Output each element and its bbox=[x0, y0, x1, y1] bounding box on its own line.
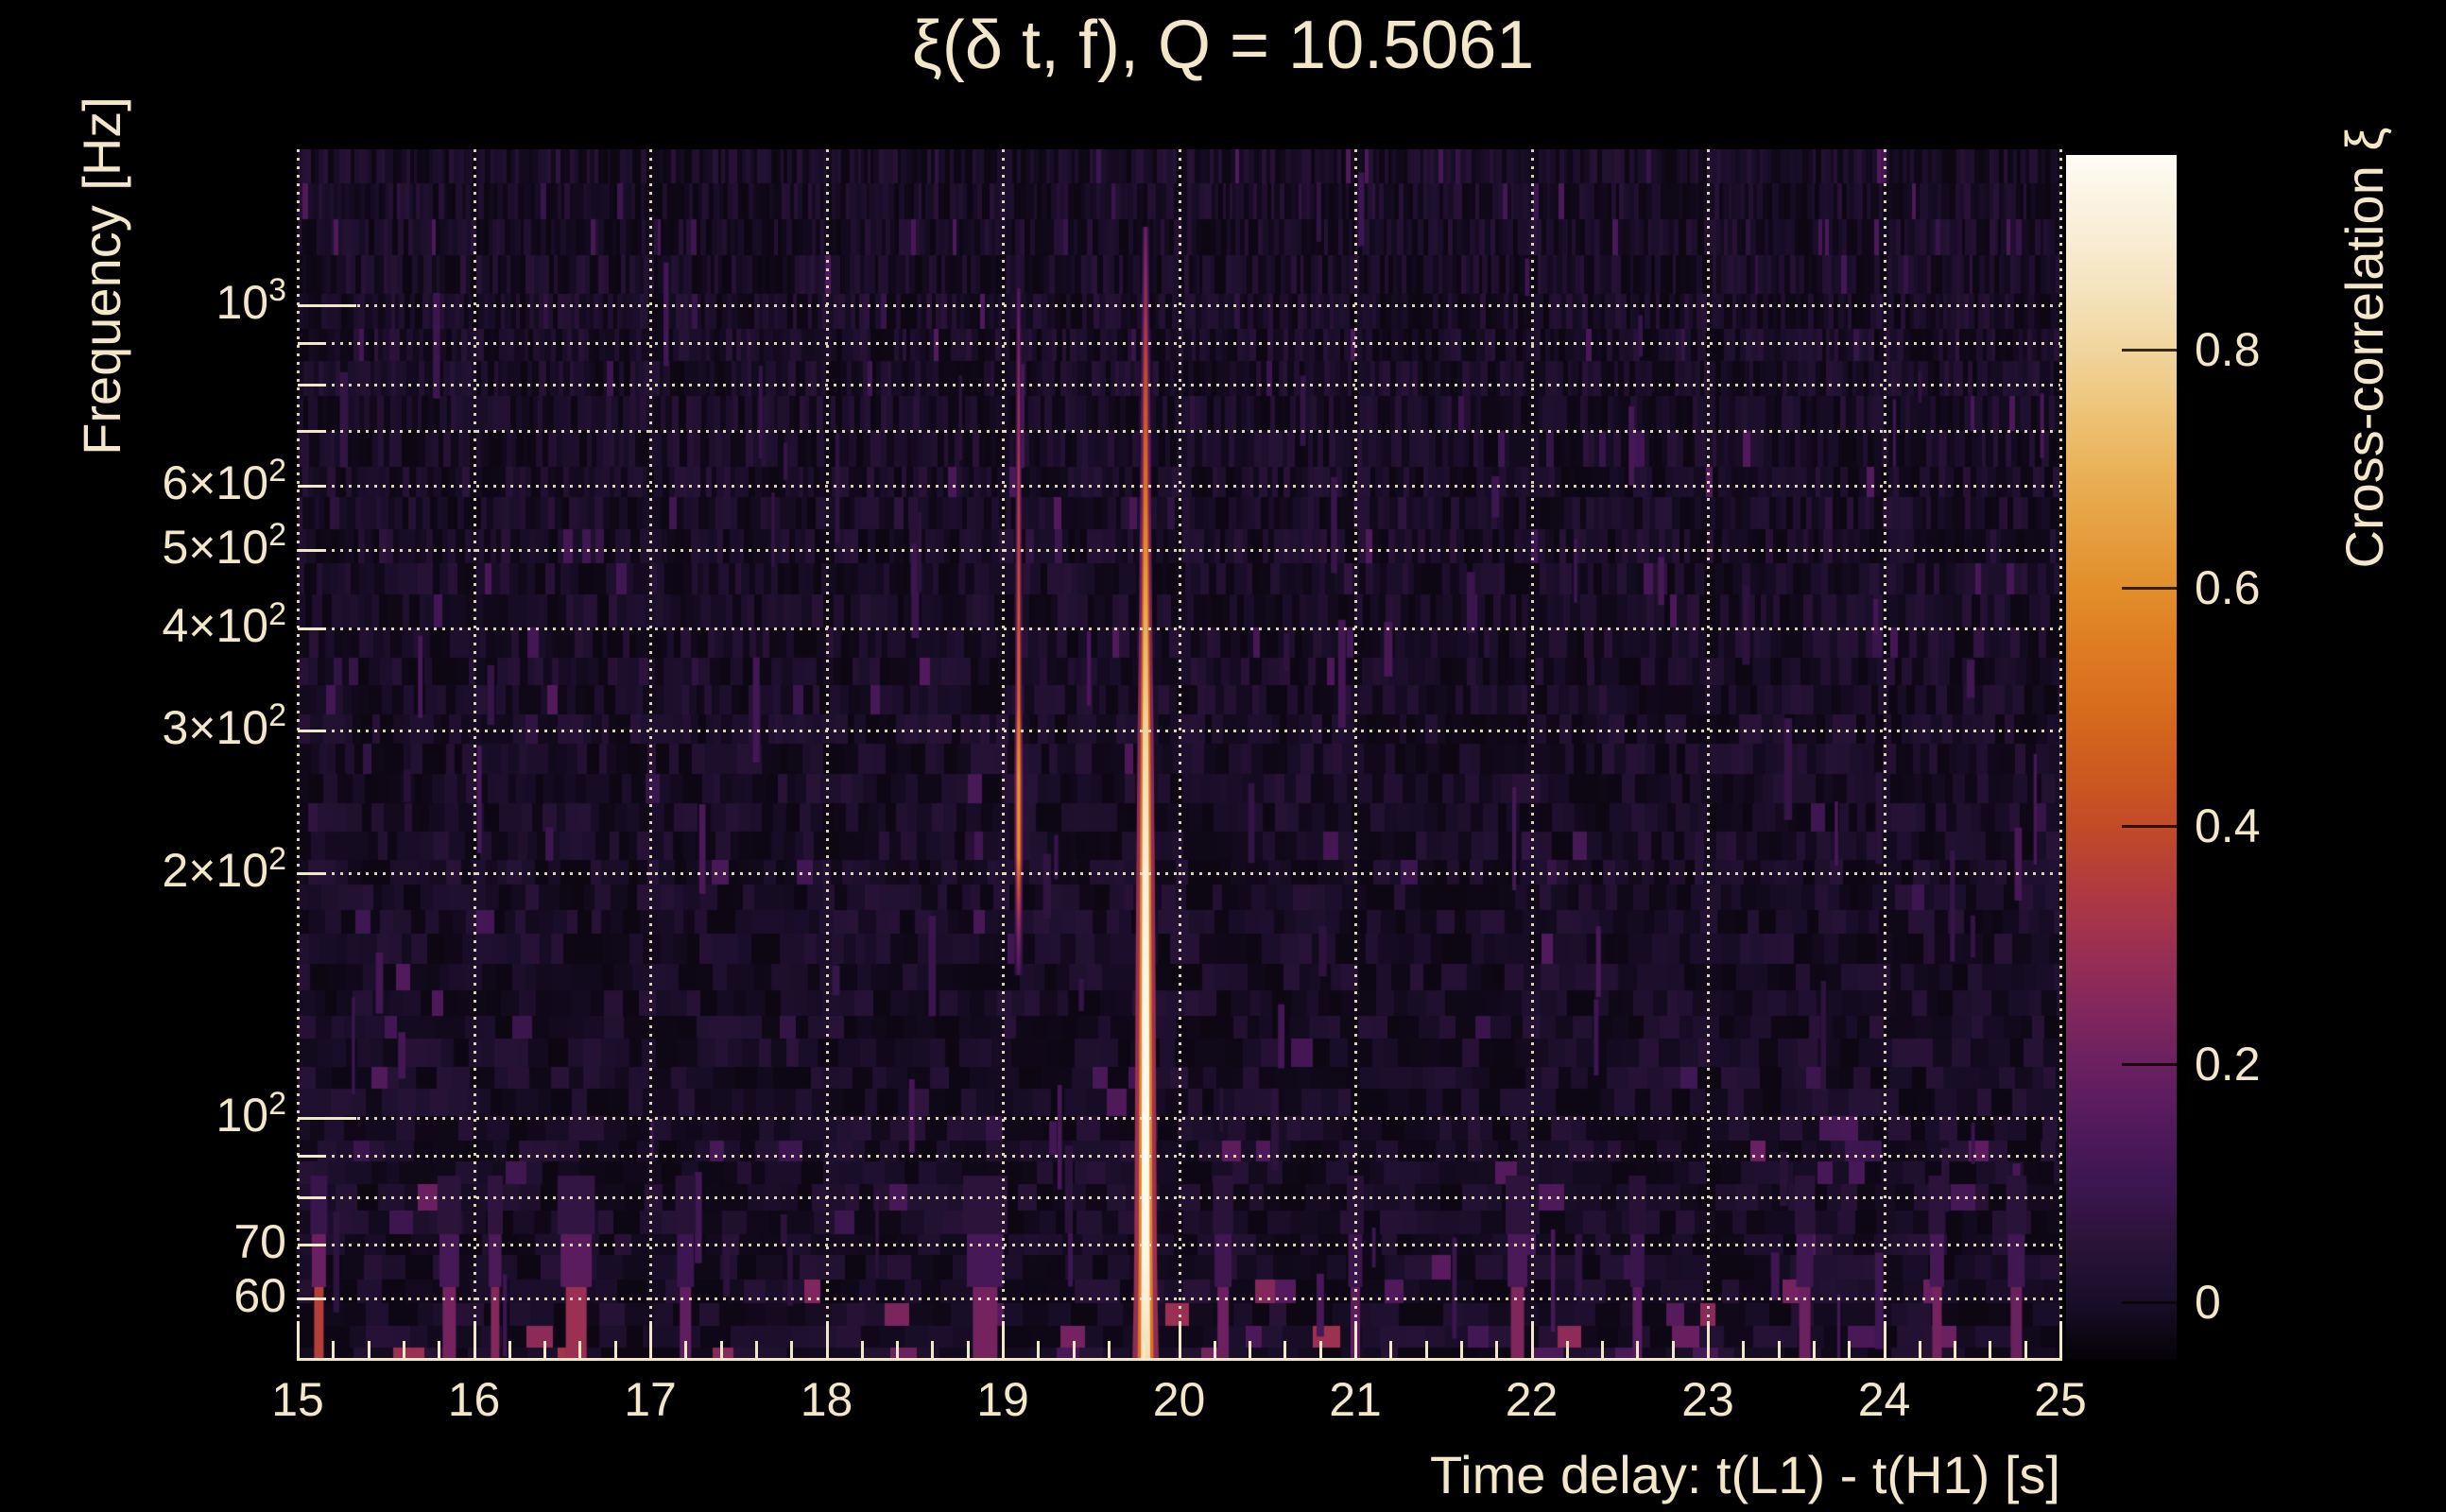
colorbar-tick-label: 0.2 bbox=[2195, 1038, 2261, 1091]
y-axis-tick bbox=[298, 627, 326, 631]
y-axis-tick bbox=[298, 729, 326, 732]
x-tick-label: 21 bbox=[1329, 1373, 1382, 1426]
x-axis-major-tick bbox=[297, 1321, 300, 1361]
grid-line-x bbox=[1707, 149, 1710, 1361]
x-axis-line bbox=[298, 1358, 2060, 1361]
colorbar-tick-label: 0 bbox=[2195, 1276, 2221, 1330]
x-axis-major-tick bbox=[1178, 1321, 1181, 1361]
y-tick-label: 102 bbox=[215, 1085, 286, 1143]
x-tick-label: 18 bbox=[800, 1373, 853, 1426]
grid-line-x bbox=[1530, 149, 1534, 1361]
colorbar-tick bbox=[2122, 586, 2177, 590]
x-tick-label: 19 bbox=[976, 1373, 1029, 1426]
y-axis-tick bbox=[298, 1154, 326, 1158]
y-tick-label: 3×102 bbox=[162, 697, 286, 754]
y-tick-label: 70 bbox=[233, 1214, 286, 1268]
colorbar-title: Cross-correlation ξ bbox=[2334, 127, 2394, 569]
x-axis-major-tick bbox=[1707, 1321, 1710, 1361]
y-axis-tick bbox=[298, 383, 326, 387]
x-tick-label: 25 bbox=[2034, 1373, 2087, 1426]
grid-line-x bbox=[1002, 149, 1005, 1361]
y-axis-tick bbox=[298, 1243, 326, 1246]
y-tick-label: 5×102 bbox=[162, 517, 286, 575]
grid-line-x bbox=[1883, 149, 1886, 1361]
grid-line-x bbox=[1178, 149, 1181, 1361]
colorbar-tick-label: 0.4 bbox=[2195, 799, 2261, 852]
y-axis-tick bbox=[298, 484, 326, 488]
x-axis-major-tick bbox=[1354, 1321, 1357, 1361]
colorbar-tick bbox=[2122, 1301, 2177, 1305]
chart-title: ξ(δ t, f), Q = 10.5061 bbox=[911, 8, 1535, 83]
x-tick-label: 22 bbox=[1505, 1373, 1559, 1426]
y-tick-label: 4×102 bbox=[162, 595, 286, 653]
x-tick-label: 20 bbox=[1152, 1373, 1206, 1426]
heatmap-plot-area bbox=[297, 149, 2062, 1361]
colorbar-tick-label: 0.6 bbox=[2195, 560, 2261, 614]
y-axis-tick bbox=[298, 872, 326, 876]
y-axis-tick bbox=[298, 304, 356, 308]
y-tick-label: 6×102 bbox=[162, 453, 286, 509]
x-axis-major-tick bbox=[1530, 1321, 1534, 1361]
x-axis-major-tick bbox=[825, 1321, 829, 1361]
x-tick-label: 15 bbox=[271, 1373, 324, 1426]
colorbar-gradient bbox=[2066, 155, 2177, 1360]
y-tick-label: 2×102 bbox=[162, 840, 286, 898]
x-tick-label: 24 bbox=[1857, 1373, 1911, 1426]
colorbar-tick-label: 0.8 bbox=[2195, 322, 2261, 376]
x-tick-label: 16 bbox=[447, 1373, 501, 1426]
grid-line-x bbox=[825, 149, 829, 1361]
grid-line-x bbox=[649, 149, 652, 1361]
colorbar-tick bbox=[2122, 825, 2177, 828]
x-axis-title: Time delay: t(L1) - t(H1) [s] bbox=[1430, 1445, 2060, 1504]
x-tick-label: 23 bbox=[1681, 1373, 1734, 1426]
x-axis-major-tick bbox=[473, 1321, 476, 1361]
x-axis-major-tick bbox=[1002, 1321, 1005, 1361]
y-axis-tick bbox=[298, 341, 326, 345]
grid-line-x bbox=[1354, 149, 1357, 1361]
grid-line-x bbox=[473, 149, 476, 1361]
colorbar-tick bbox=[2122, 348, 2177, 352]
y-tick-label: 103 bbox=[215, 272, 286, 330]
grid-line-x bbox=[297, 149, 300, 1361]
grid-line-x bbox=[2059, 149, 2062, 1361]
y-axis-tick bbox=[298, 549, 326, 553]
x-axis-major-tick bbox=[1883, 1321, 1886, 1361]
x-axis-major-tick bbox=[649, 1321, 652, 1361]
colorbar-tick bbox=[2122, 1063, 2177, 1067]
y-tick-label: 60 bbox=[233, 1269, 286, 1323]
y-axis-tick bbox=[298, 1297, 326, 1301]
x-tick-label: 17 bbox=[624, 1373, 677, 1426]
y-axis-tick bbox=[298, 1195, 326, 1199]
x-axis-major-tick bbox=[2059, 1321, 2062, 1361]
y-axis-tick bbox=[298, 1117, 356, 1121]
y-axis-tick bbox=[298, 430, 326, 434]
figure-canvas: { "figure": { "background_color": "#0000… bbox=[0, 0, 2446, 1512]
